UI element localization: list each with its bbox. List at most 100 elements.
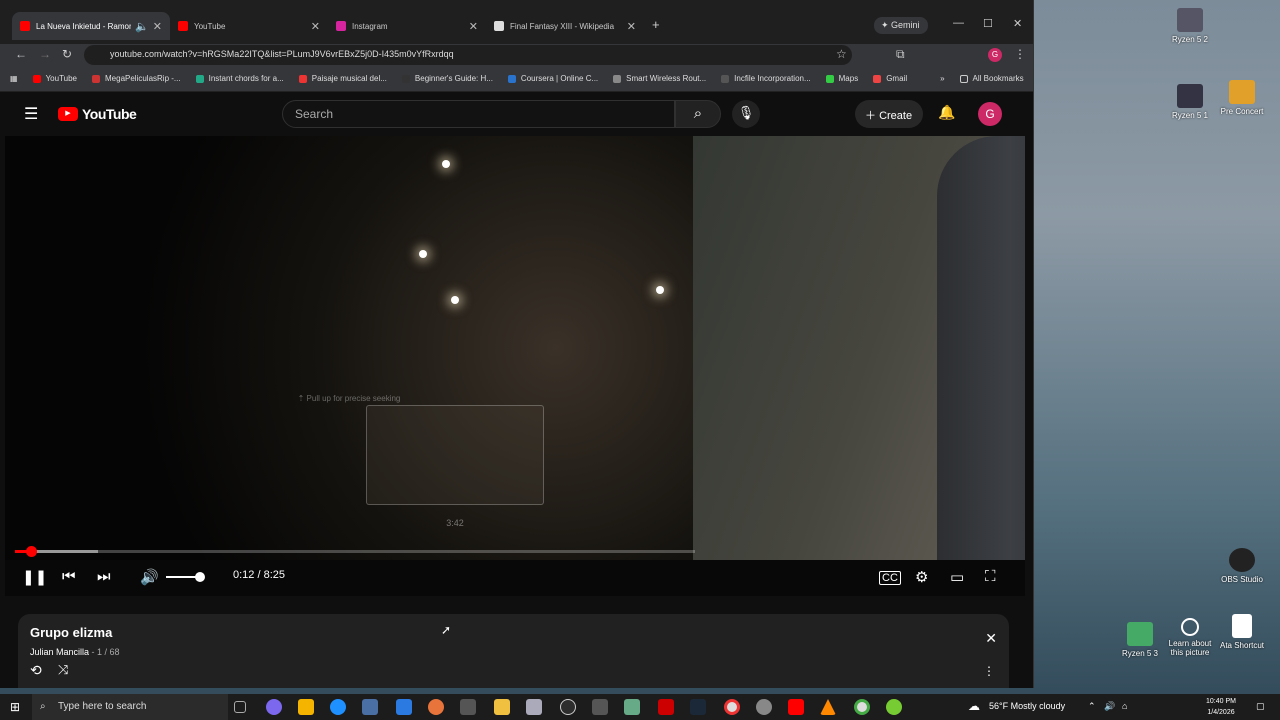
search-button[interactable]: ⌕ <box>675 100 721 128</box>
app-icon[interactable] <box>756 699 772 715</box>
volume-icon[interactable]: 🔊 <box>140 568 159 586</box>
youtube-logo[interactable]: ▶ YouTube <box>58 106 137 122</box>
back-button[interactable]: ← <box>15 47 27 61</box>
weather-icon[interactable]: ☁ <box>968 699 980 713</box>
minimize-button[interactable]: — <box>953 17 964 29</box>
chrome-menu-icon[interactable]: ⋮ <box>1014 47 1026 61</box>
bookmark-gmail[interactable]: Gmail <box>873 74 907 83</box>
calculator-app-icon[interactable] <box>592 699 608 715</box>
desktop-icon-ryzen-5-2[interactable]: Ryzen 5 2 <box>1162 8 1218 44</box>
previous-button[interactable]: ⏮ <box>62 568 76 585</box>
new-tab-button[interactable]: + <box>652 17 660 32</box>
maximize-button[interactable]: ☐ <box>983 17 993 30</box>
next-button[interactable]: ⏭ <box>97 568 111 585</box>
close-tab-icon[interactable]: ✕ <box>627 20 636 33</box>
video-player[interactable]: ⇡ Pull up for precise seeking 3:42 ❚❚ ⏮ … <box>5 136 1025 596</box>
create-button[interactable]: ＋ Create <box>855 100 923 128</box>
close-tab-icon[interactable]: ✕ <box>153 20 162 33</box>
volume-slider[interactable] <box>166 572 205 582</box>
bookmark-megapeliculas[interactable]: MegaPeliculasRip -... <box>92 74 181 83</box>
forward-button[interactable]: → <box>39 47 51 61</box>
task-view-icon[interactable] <box>234 701 246 713</box>
hamburger-menu-icon[interactable]: ☰ <box>24 104 38 124</box>
network-app-icon[interactable] <box>396 699 412 715</box>
folder-app-icon[interactable] <box>494 699 510 715</box>
bookmark-youtube[interactable]: YouTube <box>32 74 77 83</box>
url-field[interactable]: youtube.com/watch?v=hRGSMa22ITQ&list=PLu… <box>84 45 852 65</box>
youtube-favicon-icon <box>178 21 188 31</box>
apps-icon[interactable]: ▦ <box>10 74 18 83</box>
bookmark-coursera[interactable]: Coursera | Online C... <box>507 74 598 83</box>
captions-button[interactable]: CC <box>879 571 901 585</box>
desktop-icon-pre-concert[interactable]: Pre Concert <box>1214 80 1270 116</box>
close-tab-icon[interactable]: ✕ <box>311 20 320 33</box>
edge-app-icon[interactable] <box>330 699 346 715</box>
desktop-icon-ata-shortcut[interactable]: Ata Shortcut <box>1214 614 1270 650</box>
steam-app-icon[interactable] <box>690 699 706 715</box>
red-app-icon[interactable] <box>658 699 674 715</box>
youtube-app-icon[interactable] <box>788 699 804 715</box>
all-bookmarks-folder[interactable]: All Bookmarks <box>959 74 1024 83</box>
playlist-title[interactable]: Grupo elizma <box>30 625 997 640</box>
gemini-button[interactable]: ✦ Gemini <box>874 17 928 34</box>
obs-app-icon[interactable] <box>560 699 576 715</box>
app-icon[interactable] <box>886 699 902 715</box>
bookmark-beginners-guide[interactable]: Beginner's Guide: H... <box>401 74 493 83</box>
progress-bar[interactable] <box>15 546 695 557</box>
media-app-icon[interactable] <box>428 699 444 715</box>
desktop-icon-ryzen-5-1[interactable]: Ryzen 5 1 <box>1162 84 1218 120</box>
chrome-app-icon[interactable] <box>724 699 740 715</box>
app-icon[interactable] <box>624 699 640 715</box>
tab-strip: La Nueva Inkietud - Ramon 🔈 ✕ YouTube ✕ … <box>0 0 1033 44</box>
volume-tray-icon[interactable]: 🔊 <box>1104 701 1115 712</box>
weather-text[interactable]: 56°F Mostly cloudy <box>989 701 1065 711</box>
explorer-app-icon[interactable] <box>460 699 476 715</box>
app-icon[interactable] <box>526 699 542 715</box>
voice-search-button[interactable]: 🎙 <box>732 100 760 128</box>
extensions-icon[interactable]: ⧉ <box>896 47 905 62</box>
fullscreen-icon[interactable]: ⛶ <box>985 568 996 585</box>
settings-gear-icon[interactable]: ⚙ <box>915 568 928 586</box>
bookmarks-overflow-icon[interactable]: » <box>940 74 944 83</box>
desktop-icon-ryzen-5-3[interactable]: Ryzen 5 3 <box>1112 622 1168 658</box>
tab-instagram[interactable]: Instagram ✕ <box>328 12 486 40</box>
account-avatar[interactable]: G <box>978 102 1002 126</box>
playlist-menu-icon[interactable]: ⋮ <box>983 664 995 678</box>
bookmark-star-icon[interactable]: ☆ <box>836 47 847 61</box>
tab-la-nueva-inkietud[interactable]: La Nueva Inkietud - Ramon 🔈 ✕ <box>12 12 170 40</box>
bookmark-smart-wireless[interactable]: Smart Wireless Rout... <box>613 74 706 83</box>
close-playlist-icon[interactable]: ✕ <box>985 630 997 647</box>
profile-avatar[interactable]: G <box>988 48 1002 62</box>
file-manager-app-icon[interactable] <box>298 699 314 715</box>
tab-wikipedia[interactable]: Final Fantasy XIII - Wikipedia ✕ <box>486 12 644 40</box>
vlc-app-icon[interactable] <box>820 699 836 715</box>
start-windows-icon[interactable]: ⊞ <box>10 700 20 714</box>
bookmark-incfile[interactable]: Incfile Incorporation... <box>721 74 811 83</box>
notifications-bell-icon[interactable]: 🔔 <box>938 104 955 121</box>
taskbar-search-input[interactable]: Type here to search <box>32 694 228 720</box>
bookmark-instant-chords[interactable]: Instant chords for a... <box>195 74 284 83</box>
bookmark-maps[interactable]: Maps <box>825 74 858 83</box>
clock[interactable]: 10:40 PM 1/4/2026 <box>1206 696 1236 718</box>
audio-icon[interactable]: 🔈 <box>135 20 149 33</box>
theater-mode-icon[interactable]: ▭ <box>950 568 964 586</box>
address-bar-row: ← → ↻ youtube.com/watch?v=hRGSMa22ITQ&li… <box>0 44 1033 66</box>
reload-button[interactable]: ↻ <box>62 47 72 61</box>
tab-youtube[interactable]: YouTube ✕ <box>170 12 328 40</box>
bookmark-paisaje-musical[interactable]: Paisaje musical del... <box>298 74 387 83</box>
tray-overflow-icon[interactable]: ⌃ <box>1088 701 1096 712</box>
network-tray-icon[interactable]: ⌂ <box>1122 701 1127 711</box>
close-tab-icon[interactable]: ✕ <box>469 20 478 33</box>
chrome-profile-app-icon[interactable] <box>854 699 870 715</box>
pause-button[interactable]: ❚❚ <box>22 568 47 586</box>
notifications-icon[interactable]: ▢ <box>1256 701 1265 712</box>
shuffle-icon[interactable]: ⤨ <box>58 662 68 678</box>
playlist-owner[interactable]: Julian Mancilla <box>30 647 89 657</box>
desktop-icon-obs-studio[interactable]: OBS Studio <box>1214 548 1270 584</box>
search-input[interactable]: Search <box>282 100 675 128</box>
loop-icon[interactable]: ⟲ <box>30 662 42 679</box>
desktop-icon-learn-about-picture[interactable]: Learn about this picture <box>1162 618 1218 657</box>
close-window-button[interactable]: ✕ <box>1013 17 1022 30</box>
cortana-app-icon[interactable] <box>266 699 282 715</box>
mail-app-icon[interactable] <box>362 699 378 715</box>
